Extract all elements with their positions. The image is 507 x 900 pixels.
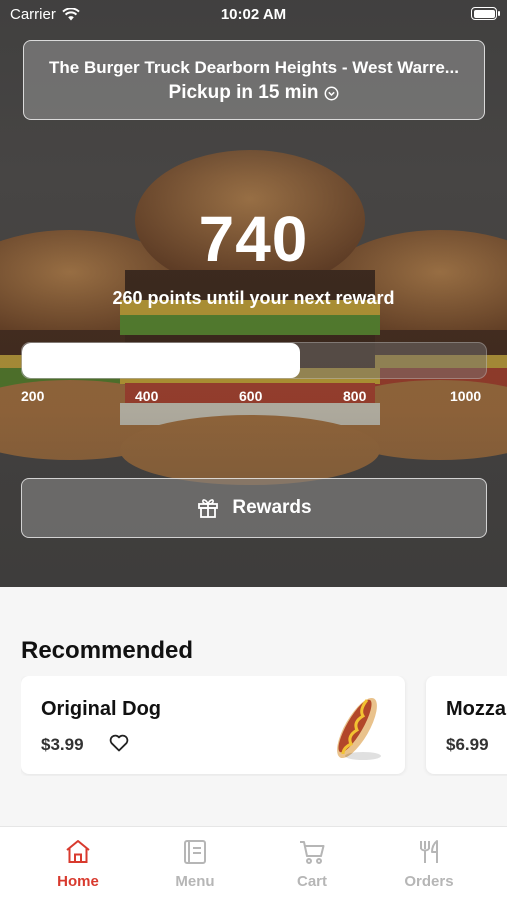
hot-dog-image	[337, 697, 381, 760]
recommended-carousel[interactable]: Original Dog $3.99 Mozza $6.99	[21, 676, 507, 776]
store-name: The Burger Truck Dearborn Heights - West…	[49, 58, 459, 77]
tick-label: 800	[343, 388, 367, 404]
tab-orders[interactable]: Orders	[374, 837, 484, 890]
tab-cart[interactable]: Cart	[257, 837, 367, 890]
tab-home[interactable]: Home	[23, 837, 133, 890]
tick-label: 400	[135, 388, 159, 404]
points-progress-bar	[21, 342, 487, 379]
hero-section: Carrier 10:02 AM The Burger Truck Dearbo…	[0, 0, 507, 587]
pickup-time: Pickup in 15 min	[24, 82, 484, 104]
tick-label: 200	[21, 388, 45, 404]
heart-icon[interactable]	[109, 734, 129, 752]
home-icon	[66, 840, 90, 863]
tab-bar: Home Menu Cart Orders	[0, 826, 507, 900]
tab-home-label: Home	[57, 873, 99, 890]
status-bar: Carrier 10:02 AM	[0, 0, 507, 28]
tab-cart-label: Cart	[296, 873, 327, 890]
progress-ticks: 200 400 600 800 1000	[0, 388, 507, 406]
tab-menu-label: Menu	[175, 873, 215, 890]
points-until-reward: 260 points until your next reward	[112, 288, 395, 308]
pickup-label: Pickup in 15 min	[168, 82, 319, 103]
store-selector[interactable]: The Burger Truck Dearborn Heights - West…	[23, 40, 485, 120]
battery-icon	[471, 7, 500, 20]
tick-label: 1000	[450, 388, 482, 404]
product-name: Mozza	[446, 698, 506, 720]
orders-icon	[420, 840, 438, 863]
product-price: $3.99	[41, 735, 84, 754]
recommended-title: Recommended	[21, 637, 194, 664]
tab-orders-label: Orders	[404, 873, 454, 890]
product-card[interactable]: Mozza $6.99	[426, 676, 507, 774]
rewards-button-label: Rewards	[232, 497, 312, 518]
menu-icon	[184, 840, 206, 864]
product-card[interactable]: Original Dog $3.99	[21, 676, 405, 774]
product-price: $6.99	[446, 735, 489, 754]
rewards-button[interactable]: Rewards	[21, 478, 487, 538]
product-name: Original Dog	[41, 698, 161, 720]
status-time: 10:02 AM	[220, 6, 287, 23]
points-balance: 740	[198, 203, 309, 275]
chevron-down-icon	[325, 86, 339, 100]
points-progress-fill	[22, 343, 301, 378]
cart-icon	[300, 841, 325, 864]
tab-menu[interactable]: Menu	[140, 837, 250, 890]
gift-icon	[198, 499, 219, 518]
tick-label: 600	[239, 388, 263, 404]
